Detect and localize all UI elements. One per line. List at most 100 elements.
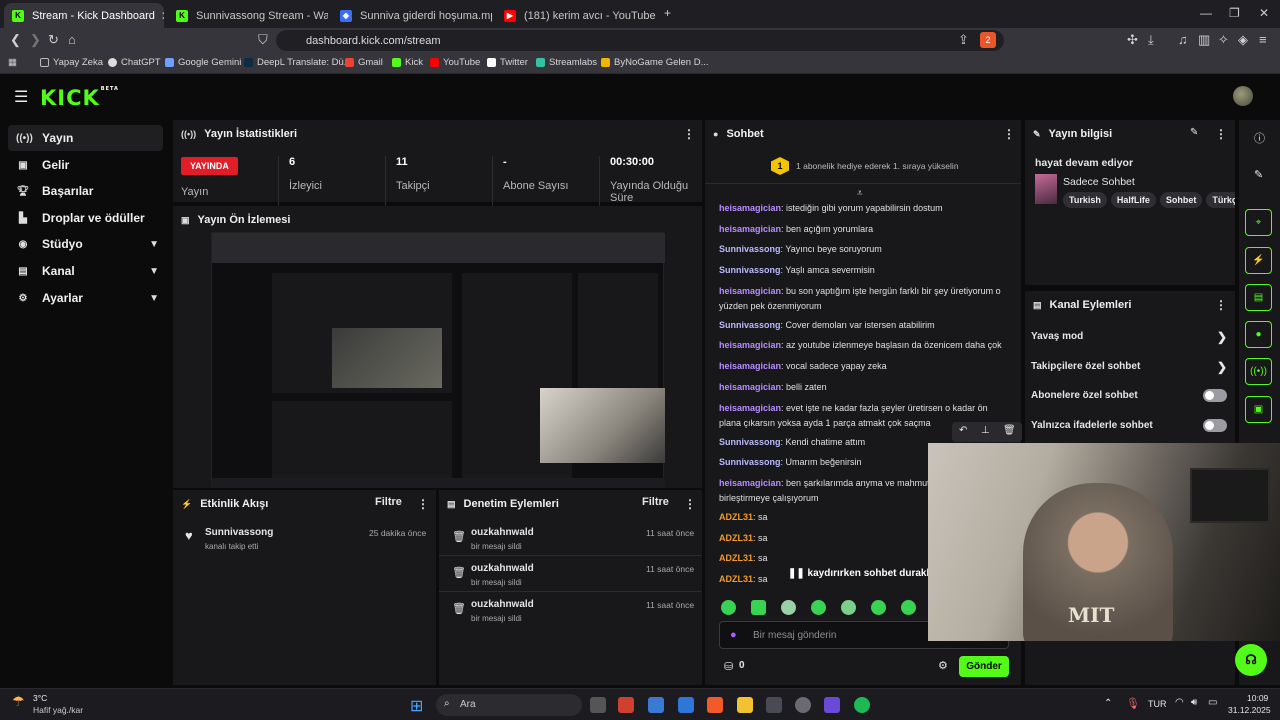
sidebar-item-basarilar[interactable]: 🏆︎ Başarılar	[8, 178, 163, 204]
tab-youtube[interactable]: ▶ (181) kerim avcı - YouTube	[496, 3, 656, 28]
minimize-icon[interactable]: —	[1200, 6, 1212, 20]
extensions-icon[interactable]: ✣	[1127, 32, 1138, 48]
download-icon[interactable]: ⤓	[1148, 32, 1154, 48]
preview-video[interactable]	[211, 232, 665, 488]
share-icon[interactable]: ⇪	[958, 32, 969, 48]
sidebar-item-ayarlar[interactable]: ⚙ Ayarlar ▼	[8, 285, 163, 311]
language-indicator[interactable]: TUR	[1148, 699, 1167, 709]
sidebar-toggle-icon[interactable]: ▥	[1198, 32, 1210, 48]
chevron-up-icon[interactable]: ⌃	[1104, 698, 1112, 709]
clock-time[interactable]: 10:09	[1247, 693, 1268, 703]
chat-message[interactable]: heisamagician: ben şarkılarımda anyma ve…	[719, 476, 934, 505]
app-icon[interactable]	[618, 697, 634, 713]
info-icon[interactable]: ⓘ	[1254, 130, 1265, 146]
gift-leaderboard-banner[interactable]: 1 1 abonelik hediye ederek 1. sıraya yük…	[705, 148, 1021, 184]
obs-icon[interactable]	[795, 697, 811, 713]
chat-message[interactable]: heisamagician: vocal sadece yapay zeka	[719, 359, 1019, 374]
wifi-icon[interactable]: ◠	[1175, 697, 1184, 708]
broadcast-icon[interactable]: ((•))	[1245, 358, 1272, 385]
emote-icon[interactable]	[871, 600, 886, 615]
home-icon[interactable]: ⌂	[68, 32, 76, 47]
brave-shield-icon[interactable]: 2	[980, 32, 996, 48]
tab-mp3[interactable]: ◆ Sunniva giderdi hoşuma.mp3	[332, 3, 492, 28]
tag[interactable]: Sohbet	[1159, 192, 1203, 208]
close-icon[interactable]: ✕	[155, 9, 164, 23]
volume-icon[interactable]: 🔊︎	[1191, 697, 1197, 708]
music-icon[interactable]: ♫	[1178, 32, 1188, 47]
brave-browser-icon[interactable]	[707, 697, 723, 713]
pin-icon[interactable]: ⊥	[981, 425, 990, 436]
bookmark-kick[interactable]: Kick	[392, 57, 423, 68]
gear-icon[interactable]: ⚙	[938, 659, 948, 672]
lightning-icon[interactable]: ⚡	[1245, 247, 1272, 274]
apps-grid-icon[interactable]: ▦	[8, 57, 17, 68]
bookmark-yapay-zeka[interactable]: Yapay Zeka	[40, 57, 103, 68]
tab-sunnivassong-stream[interactable]: K Sunnivassong Stream - Watch Live o	[168, 3, 328, 28]
edit-icon[interactable]: ✎	[1190, 127, 1198, 138]
points-icon[interactable]: ⛁	[724, 660, 733, 673]
mod-user[interactable]: ouzkahnwald	[471, 527, 534, 538]
pencil-icon[interactable]: ✎	[1254, 168, 1263, 181]
microphone-icon[interactable]: 🎙︎	[1126, 697, 1140, 710]
filter-button[interactable]: Filtre	[375, 496, 402, 508]
more-options-icon[interactable]: ⋮	[1215, 127, 1227, 141]
tag[interactable]: Turkish	[1063, 192, 1107, 208]
category-name[interactable]: Sadece Sohbet	[1063, 176, 1135, 188]
emote-icon[interactable]	[751, 600, 766, 615]
battery-icon[interactable]: ▭	[1208, 697, 1217, 708]
emote-icon[interactable]	[901, 600, 916, 615]
more-options-icon[interactable]: ⋮	[417, 497, 429, 511]
windows-start-icon[interactable]: ⊞	[410, 696, 423, 716]
followers-only-row[interactable]: Takipçilere özel sohbet ❯	[1031, 360, 1231, 377]
sidebar-item-gelir[interactable]: ▣ Gelir	[8, 152, 163, 178]
emote-icon[interactable]	[841, 600, 856, 615]
store-icon[interactable]	[766, 697, 782, 713]
spotify-icon[interactable]	[854, 697, 870, 713]
emote-icon[interactable]	[781, 600, 796, 615]
microphone-icon[interactable]: ●	[730, 629, 737, 641]
tab-kick-dashboard[interactable]: K Stream - Kick Dashboard ✕	[4, 3, 164, 28]
new-tab-icon[interactable]: +	[664, 6, 671, 20]
maximize-icon[interactable]: ❐	[1229, 6, 1240, 20]
sidebar-item-studyo[interactable]: ◉ Stüdyo ▼	[8, 231, 163, 257]
chat-bubble-icon[interactable]: ●	[1245, 321, 1272, 348]
more-options-icon[interactable]: ⋮	[684, 497, 696, 511]
bookmark-gmail[interactable]: Gmail	[345, 57, 383, 68]
activity-user[interactable]: Sunnivassong	[205, 527, 273, 538]
mod-user[interactable]: ouzkahnwald	[471, 563, 534, 574]
support-headset-icon[interactable]: ☊	[1235, 644, 1267, 676]
mod-user[interactable]: ouzkahnwald	[471, 599, 534, 610]
sidebar-item-kanal[interactable]: ▤ Kanal ▼	[8, 258, 163, 284]
emote-only-toggle[interactable]	[1203, 419, 1227, 432]
bookmark-youtube[interactable]: YouTube	[430, 57, 480, 68]
bookmark-streamlabs[interactable]: Streamlabs	[536, 57, 597, 68]
sidebar-item-yayin[interactable]: ((•)) Yayın	[8, 125, 163, 151]
forward-icon[interactable]: ❯	[30, 32, 41, 48]
bookmark-chatgpt[interactable]: ChatGPT	[108, 57, 161, 68]
scan-icon[interactable]: ⌖	[1245, 209, 1272, 236]
document-icon[interactable]: ▤	[1245, 284, 1272, 311]
task-view-icon[interactable]	[590, 697, 606, 713]
ai-icon[interactable]: ✧	[1218, 32, 1229, 48]
emote-icon[interactable]	[811, 600, 826, 615]
chat-message[interactable]: heisamagician: istediğin gibi yorum yapa…	[719, 201, 1019, 216]
chat-message[interactable]: Sunnivassong: Yaşlı amca severmisin	[719, 263, 1019, 278]
outlook-icon[interactable]	[678, 697, 694, 713]
chat-message[interactable]: Sunnivassong: Yayıncı beye soruyorum	[719, 242, 1019, 257]
chat-message[interactable]: Sunnivassong: Cover demoları var isterse…	[719, 318, 1019, 333]
trash-icon[interactable]: 🗑︎	[1003, 425, 1016, 436]
chat-message[interactable]: heisamagician: ben açığım yorumlara	[719, 222, 1019, 237]
chat-message[interactable]: heisamagician: belli zaten	[719, 380, 1019, 395]
avatar[interactable]	[1233, 86, 1253, 106]
more-options-icon[interactable]: ⋮	[1215, 298, 1227, 312]
calculator-icon[interactable]	[648, 697, 664, 713]
tag[interactable]: Türkç	[1206, 192, 1235, 208]
send-button[interactable]: Gönder	[959, 656, 1009, 677]
chat-message[interactable]: heisamagician: az youtube izlenmeye başl…	[719, 338, 1019, 353]
moderation-icon[interactable]: ▣	[1245, 396, 1272, 423]
bookmark-icon[interactable]: ⛉	[258, 32, 268, 48]
address-bar[interactable]: dashboard.kick.com/stream	[276, 30, 1004, 51]
bookmark-gemini[interactable]: Google Gemini	[165, 57, 241, 68]
vpn-icon[interactable]: ◈	[1238, 32, 1248, 48]
sidebar-item-droplar[interactable]: ▙ Droplar ve ödüller	[8, 205, 163, 231]
